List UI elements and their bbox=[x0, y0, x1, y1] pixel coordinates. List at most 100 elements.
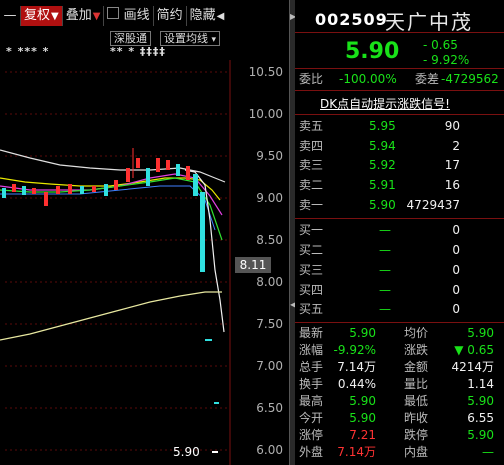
y-tick: 10.50 bbox=[248, 65, 283, 79]
stat-row: 外盘 7.14万 内盘 — bbox=[295, 443, 504, 461]
buy-volume: 0 bbox=[452, 263, 460, 277]
stock-code: 002509 bbox=[315, 10, 388, 29]
stat-value: 5.90 bbox=[467, 394, 494, 408]
sell-price: 5.90 bbox=[369, 198, 396, 212]
weicha-label: 委差 bbox=[415, 72, 440, 86]
buy-volume: 0 bbox=[452, 302, 460, 316]
sell-volume: 16 bbox=[444, 178, 460, 192]
buy-label: 买二 bbox=[299, 243, 324, 257]
weibi-label: 委比 bbox=[299, 72, 324, 86]
y-tick: 10.00 bbox=[248, 107, 283, 121]
candle bbox=[2, 188, 6, 198]
candle bbox=[80, 186, 84, 194]
y-tick: 7.50 bbox=[256, 317, 283, 331]
kline-chart[interactable]: — 复权▼ 叠加▼ 画线 简约 隐藏◀ 深股通 设置均线 ▾ * *** * *… bbox=[0, 0, 289, 465]
stat-label: 外盘 bbox=[299, 445, 324, 459]
candle bbox=[12, 184, 16, 192]
candle bbox=[92, 186, 96, 192]
stat-row: 换手 0.44% 量比 1.14 bbox=[295, 375, 504, 393]
buy-label: 买三 bbox=[299, 263, 324, 277]
y-tick: 9.50 bbox=[256, 149, 283, 163]
stat-label: 均价 bbox=[404, 326, 429, 340]
candle bbox=[166, 160, 170, 170]
stat-label: 内盘 bbox=[404, 445, 429, 459]
stat-label: 量比 bbox=[404, 377, 429, 391]
stat-label: 今开 bbox=[299, 411, 324, 425]
buy-price: — bbox=[379, 263, 391, 277]
sell-row: 卖四 5.94 2 bbox=[295, 137, 504, 155]
sell-label: 卖五 bbox=[299, 119, 324, 133]
y-tick: 6.50 bbox=[256, 401, 283, 415]
buy-volume: 0 bbox=[452, 243, 460, 257]
buy-volume: 0 bbox=[452, 283, 460, 297]
stat-label: 最高 bbox=[299, 394, 324, 408]
weibi-value: -100.00% bbox=[339, 72, 397, 86]
sell-volume: 2 bbox=[452, 139, 460, 153]
divider bbox=[295, 218, 504, 219]
stock-name: 天广中茂 bbox=[385, 10, 473, 34]
sell-row: 卖二 5.91 16 bbox=[295, 176, 504, 194]
candle bbox=[126, 168, 130, 182]
candle-flat bbox=[214, 402, 219, 404]
buy-price: — bbox=[379, 302, 391, 316]
candle bbox=[44, 192, 48, 206]
stat-row: 最高 5.90 最低 5.90 bbox=[295, 392, 504, 410]
price-change: - 0.65 bbox=[423, 38, 458, 52]
candle bbox=[136, 158, 140, 168]
sell-price: 5.94 bbox=[369, 139, 396, 153]
candle bbox=[156, 158, 160, 172]
buy-label: 买一 bbox=[299, 223, 324, 237]
buy-price: — bbox=[379, 243, 391, 257]
last-price-label: 5.90 bbox=[173, 445, 200, 459]
candle bbox=[104, 184, 108, 196]
buy-label: 买四 bbox=[299, 283, 324, 297]
sell-price: 5.91 bbox=[369, 178, 396, 192]
stat-row: 今开 5.90 昨收 6.55 bbox=[295, 409, 504, 427]
stat-value: 5.90 bbox=[349, 326, 376, 340]
candle bbox=[114, 180, 118, 190]
stat-label: 换手 bbox=[299, 377, 324, 391]
divider bbox=[295, 68, 504, 69]
sell-price: 5.92 bbox=[369, 158, 396, 172]
candle bbox=[68, 184, 72, 194]
stat-value: 6.55 bbox=[467, 411, 494, 425]
weicha-value: -4729562 bbox=[441, 72, 499, 86]
sell-row: 卖一 5.90 4729437 bbox=[295, 196, 504, 214]
ma-line-green bbox=[0, 177, 223, 241]
stat-value: — bbox=[482, 445, 494, 459]
y-tick: 8.00 bbox=[256, 275, 283, 289]
sell-row: 卖三 5.92 17 bbox=[295, 156, 504, 174]
stat-label: 金额 bbox=[404, 360, 429, 374]
stat-row: 涨停 7.21 跌停 5.90 bbox=[295, 426, 504, 444]
quote-panel: 002509 天广中茂 5.90 - 0.65 - 9.92% 委比 -100.… bbox=[295, 0, 504, 465]
stat-label: 涨停 bbox=[299, 428, 324, 442]
sell-label: 卖三 bbox=[299, 158, 324, 172]
candle-flat bbox=[205, 339, 212, 341]
candle-limit-down bbox=[200, 192, 205, 272]
stat-label: 涨跌 bbox=[404, 343, 429, 357]
y-tick: 9.00 bbox=[256, 191, 283, 205]
stat-row: 总手 7.14万 金额 4214万 bbox=[295, 358, 504, 376]
stat-label: 最新 bbox=[299, 326, 324, 340]
sell-volume: 4729437 bbox=[406, 198, 460, 212]
sell-price: 5.95 bbox=[369, 119, 396, 133]
buy-price: — bbox=[379, 223, 391, 237]
y-tick: 6.00 bbox=[256, 443, 283, 457]
candles bbox=[2, 148, 219, 453]
stat-row: 最新 5.90 均价 5.90 bbox=[295, 324, 504, 342]
y-tick: 7.00 bbox=[256, 359, 283, 373]
buy-row: 买三 — 0 bbox=[295, 261, 504, 279]
stat-label: 涨幅 bbox=[299, 343, 324, 357]
divider bbox=[295, 322, 504, 323]
stat-value: 7.14万 bbox=[337, 445, 376, 459]
cursor-price-tag: 8.11 bbox=[235, 257, 271, 273]
stat-label: 昨收 bbox=[404, 411, 429, 425]
candle bbox=[146, 168, 150, 186]
y-tick: 8.50 bbox=[256, 233, 283, 247]
sell-row: 卖五 5.95 90 bbox=[295, 117, 504, 135]
signal-link[interactable]: DK点自动提示涨跌信号! bbox=[320, 95, 450, 112]
sell-label: 卖二 bbox=[299, 178, 324, 192]
stat-value: 7.14万 bbox=[337, 360, 376, 374]
stat-value: 0.44% bbox=[337, 377, 376, 391]
stat-row: 涨幅 -9.92% 涨跌 ▼ 0.65 bbox=[295, 341, 504, 359]
